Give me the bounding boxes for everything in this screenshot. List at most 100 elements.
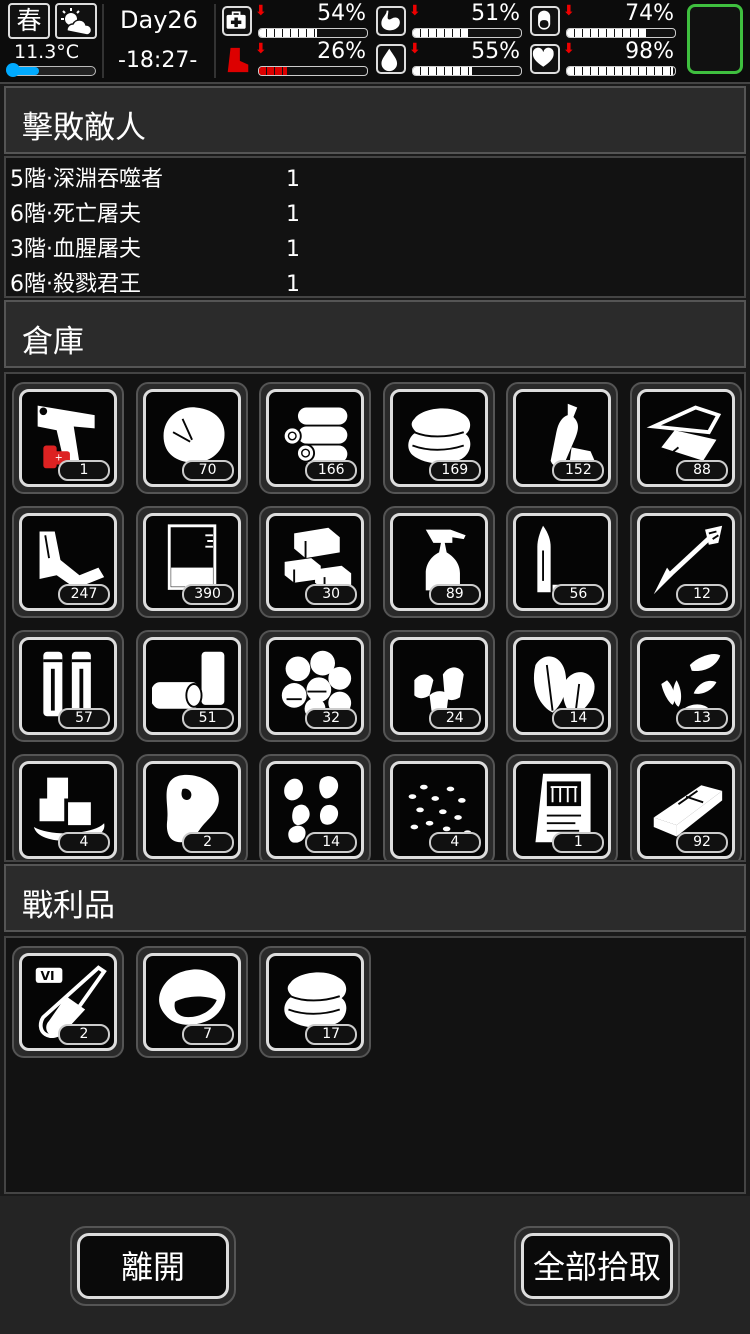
item-slot[interactable]: 14 (259, 754, 372, 860)
item-frame: 4 (19, 761, 117, 859)
season-badge: 春 (8, 3, 50, 39)
stat-health: ⬇ 54% (222, 2, 370, 38)
list-item: 5階·深淵吞噬者 1 (10, 162, 300, 197)
item-slot[interactable]: 13 (630, 630, 742, 742)
item-slot[interactable]: 12 (630, 506, 742, 618)
item-count: 32 (305, 708, 358, 729)
enemy-count: 1 (286, 237, 300, 262)
item-frame: 169 (389, 389, 488, 487)
stat-bar (258, 66, 368, 76)
stomach-icon (376, 6, 406, 36)
item-slot[interactable]: 17 (259, 946, 372, 1058)
item-count: 88 (676, 460, 728, 481)
item-frame: 13 (637, 637, 735, 735)
temperature-bar (6, 63, 96, 77)
stat-bar (258, 28, 368, 38)
stat-bar (566, 66, 676, 76)
stat-bar (566, 28, 676, 38)
item-frame: 24 (389, 637, 488, 735)
list-item: 6階·死亡屠夫 1 (10, 197, 300, 232)
loot-header: 戰利品 (4, 864, 746, 932)
item-count: 12 (676, 584, 728, 605)
item-frame: 247 (19, 513, 117, 611)
stat-value: 51% (471, 1, 520, 26)
item-frame: VI 2 (19, 953, 117, 1051)
item-frame: 4 (389, 761, 488, 859)
item-slot[interactable]: 247 (12, 506, 124, 618)
item-slot[interactable]: 56 (506, 506, 619, 618)
item-frame: +1 (19, 389, 117, 487)
item-count: 14 (552, 708, 605, 729)
item-frame: 1 (513, 761, 612, 859)
stat-value: 98% (625, 39, 674, 64)
leave-button[interactable]: 離開 (70, 1226, 236, 1306)
item-count: 4 (58, 832, 110, 853)
item-slot[interactable]: 7 (135, 946, 248, 1058)
item-slot[interactable]: 14 (506, 630, 619, 742)
water-drop-icon (376, 44, 406, 74)
temperature-label: 11.3°C (14, 41, 80, 63)
leave-label: 離開 (77, 1233, 229, 1299)
item-count: 13 (676, 708, 728, 729)
item-frame: 7 (142, 953, 241, 1051)
item-frame: 57 (19, 637, 117, 735)
stat-value: 74% (625, 1, 674, 26)
take-all-button[interactable]: 全部拾取 (514, 1226, 680, 1306)
item-frame: 2 (142, 761, 241, 859)
item-count: 30 (305, 584, 358, 605)
item-slot[interactable]: 89 (382, 506, 495, 618)
enemy-name: 6階·死亡屠夫 (10, 202, 141, 227)
item-frame: 12 (637, 513, 735, 611)
item-slot[interactable]: 32 (259, 630, 372, 742)
item-count: 51 (181, 708, 234, 729)
stat-mood: ⬇ 98% (530, 39, 678, 76)
stat-value: 26% (317, 39, 366, 64)
item-frame: 14 (513, 637, 612, 735)
item-slot[interactable]: 2 (135, 754, 248, 860)
item-count: 17 (305, 1024, 358, 1045)
item-count: 1 (552, 832, 605, 853)
item-count: 57 (58, 708, 110, 729)
defeated-title: 擊敗敵人 (22, 110, 146, 146)
item-frame: 390 (142, 513, 241, 611)
item-slot[interactable]: 51 (135, 630, 248, 742)
enemy-count: 1 (286, 167, 300, 192)
item-slot[interactable]: 92 (630, 754, 742, 860)
stat-stamina: ⬇ 26% (222, 39, 370, 76)
item-count: 24 (428, 708, 481, 729)
item-count: 14 (305, 832, 358, 853)
storage-grid: +1 70 166 169 152 88 247 390 30 89 56 12 57 51 32 24 14 1… (4, 372, 746, 862)
item-frame: 70 (142, 389, 241, 487)
stat-bar (412, 66, 522, 76)
stat-thirst: ⬇ 55% (376, 40, 524, 76)
item-slot[interactable]: 1 (506, 754, 619, 860)
item-frame: 14 (266, 761, 365, 859)
item-slot[interactable]: VI 2 (12, 946, 124, 1058)
enemy-name: 5階·深淵吞噬者 (10, 167, 163, 192)
item-slot[interactable]: +1 (12, 382, 124, 494)
item-slot[interactable]: 88 (630, 382, 742, 494)
stat-bar (412, 28, 522, 38)
item-slot[interactable]: 4 (12, 754, 124, 860)
item-slot[interactable]: 57 (12, 630, 124, 742)
equipment-slot[interactable] (687, 4, 743, 74)
item-count: 152 (552, 460, 605, 481)
item-slot[interactable]: 30 (259, 506, 372, 618)
item-count: 1 (58, 460, 110, 481)
item-count: 247 (58, 584, 110, 605)
item-slot[interactable]: 166 (259, 382, 372, 494)
item-slot[interactable]: 4 (382, 754, 495, 860)
loot-grid: VI 2 7 17 (4, 936, 746, 1194)
item-slot[interactable]: 390 (135, 506, 248, 618)
item-slot[interactable]: 152 (506, 382, 619, 494)
item-frame: 32 (266, 637, 365, 735)
item-slot[interactable]: 24 (382, 630, 495, 742)
heart-icon (530, 44, 560, 74)
loot-title: 戰利品 (22, 888, 115, 924)
item-frame: 88 (637, 389, 735, 487)
item-slot[interactable]: 169 (382, 382, 495, 494)
defeated-header: 擊敗敵人 (4, 86, 746, 154)
storage-title: 倉庫 (22, 324, 84, 360)
item-count: 169 (428, 460, 481, 481)
item-slot[interactable]: 70 (135, 382, 248, 494)
